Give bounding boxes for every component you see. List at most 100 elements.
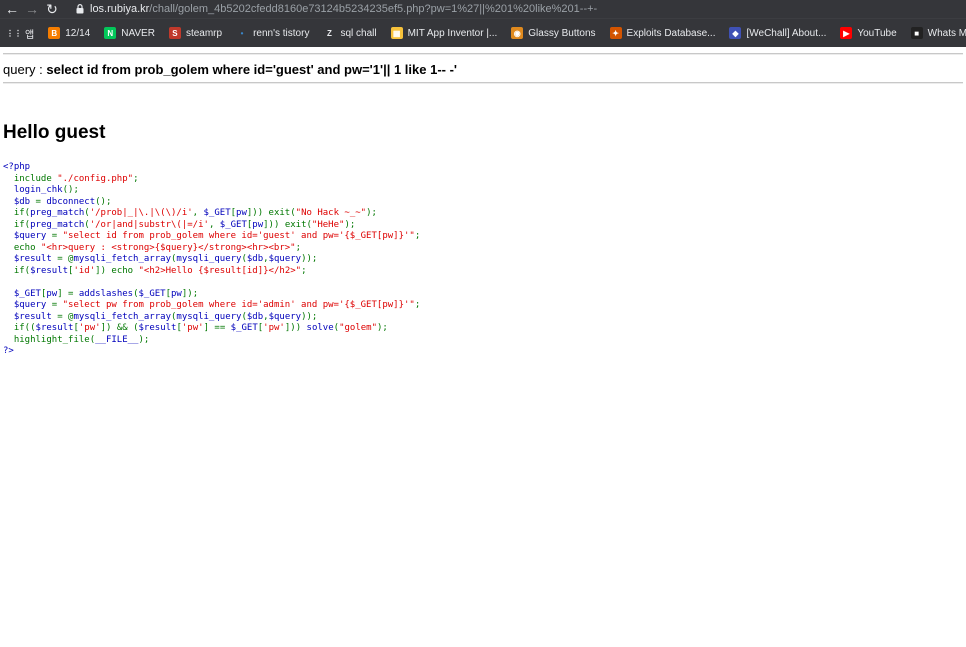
bookmark-item[interactable]: ▦ MIT App Inventor |...	[390, 27, 497, 39]
lock-icon[interactable]	[74, 2, 86, 16]
bookmark-item[interactable]: ◆ [WeChall] About...	[729, 27, 826, 39]
code-token: ?>	[3, 346, 14, 356]
code-token: 'pw'	[263, 323, 285, 333]
code-token: "./config.php"	[57, 173, 134, 184]
bookmark-item[interactable]: • renn's tistory	[236, 27, 310, 39]
code-token: highlight_file	[13, 334, 90, 345]
code-token: ]);	[181, 288, 199, 299]
code-token: preg_match	[30, 208, 85, 218]
code-token: $_GET	[203, 208, 231, 218]
forward-icon[interactable]: →	[24, 1, 40, 17]
code-token: $db	[3, 196, 36, 207]
naver-icon: N	[104, 27, 117, 39]
bookmark-item[interactable]: Ssteamrp	[168, 27, 223, 39]
bookmark-item[interactable]: N NAVER	[104, 27, 155, 39]
code-token: $_GET	[3, 288, 41, 299]
code-token: echo	[13, 242, 41, 253]
code-token: ,	[208, 219, 220, 230]
bookmark-label: YouTube	[857, 27, 897, 39]
code-token: "<hr>query : <strong>{$query}</strong><h…	[40, 242, 296, 253]
code-token: dbconnect	[46, 196, 96, 207]
bookmarks-bar: ⋮⋮ 앱 B 12/14 N NAVER Ssteamrp • renn's tistory Zs…	[0, 18, 966, 47]
code-token: preg_match	[30, 219, 85, 230]
code-token: "select id from prob_golem where id='gue…	[62, 231, 415, 241]
code-token: pw	[252, 219, 264, 230]
bookmark-item[interactable]: B 12/14	[48, 27, 90, 39]
bookmark-label: Glassy Buttons	[528, 27, 596, 39]
code-token: ]) && (	[100, 323, 139, 333]
code-token: $_GET	[230, 323, 258, 333]
code-token: = @	[57, 311, 74, 322]
source-code-block: <?php include "./config.php"; login_chk(…	[3, 162, 420, 358]
code-token: );	[366, 208, 377, 218]
code-token: "select pw from prob_golem where id='adm…	[62, 300, 415, 310]
code-token: if(	[13, 265, 31, 276]
code-token: );	[138, 334, 150, 345]
back-icon[interactable]: ←	[4, 1, 20, 17]
bookmark-item[interactable]: ⋮⋮ 앱	[6, 26, 35, 41]
code-token: ;	[414, 300, 421, 310]
code-token: "No Hack ~_~"	[295, 208, 367, 218]
tistory-icon: •	[240, 28, 244, 38]
bookmark-item[interactable]: ■ Whats My IP A	[910, 27, 966, 39]
z-icon: Z	[327, 28, 332, 38]
code-token: if(	[13, 208, 31, 218]
reload-icon[interactable]: ↻	[44, 1, 60, 17]
code-token: if(	[13, 219, 31, 230]
code-line: $_GET[pw] = addslashes($_GET[pw]);	[3, 289, 420, 301]
ip-icon: ■	[910, 27, 923, 39]
code-token: =	[35, 196, 47, 207]
code-token: 'id'	[73, 265, 96, 276]
bookmark-label: [WeChall] About...	[746, 27, 827, 39]
code-token: ));	[301, 254, 318, 264]
bookmark-label: 앱	[25, 29, 35, 41]
code-line: ?>	[3, 346, 420, 358]
code-token: );	[344, 219, 356, 230]
code-token: $_GET	[138, 288, 166, 299]
code-token: ]) echo	[95, 265, 139, 276]
code-token: ;	[414, 231, 421, 241]
appinventor-icon: ▦	[390, 27, 403, 39]
code-token: ] =	[57, 288, 79, 299]
code-token: mysqli_query	[176, 311, 242, 322]
code-token: solve	[306, 323, 334, 333]
code-line: $query = "select pw from prob_golem wher…	[3, 300, 420, 312]
code-token: '/prob|_|\.|\(\)/i'	[89, 208, 193, 218]
code-token: pw	[171, 288, 182, 299]
code-line: echo "<hr>query : <strong>{$query}</stro…	[3, 243, 420, 255]
code-token: mysqli_fetch_array	[73, 311, 171, 322]
bookmark-item[interactable]: ◉ Glassy Buttons	[511, 27, 596, 39]
bookmark-item[interactable]: ▶ YouTube	[840, 27, 897, 39]
code-token: 'pw'	[181, 323, 204, 333]
bookmark-label: Exploits Database...	[626, 27, 716, 39]
code-line: include "./config.php";	[3, 174, 420, 186]
url-host: los.rubiya.kr	[90, 3, 150, 15]
code-token: "HeHe"	[311, 219, 345, 230]
bookmark-item[interactable]: ✦ Exploits Database...	[609, 27, 716, 39]
code-token: $query	[3, 231, 52, 241]
code-token: =	[51, 231, 63, 241]
code-line: $result = @mysqli_fetch_array(mysqli_que…	[3, 254, 420, 266]
address-bar: ← → ↻ los.rubiya.kr/chall/golem_4b5202cf…	[0, 0, 966, 18]
code-token: pw	[236, 208, 247, 218]
code-token: ;	[295, 242, 302, 253]
code-token: $result	[30, 265, 69, 276]
code-token: ;	[301, 265, 307, 276]
code-line: login_chk();	[3, 185, 420, 197]
query-line: query : select id from prob_golem where …	[3, 62, 457, 77]
bookmark-label: sql chall	[340, 27, 377, 39]
bookmark-item[interactable]: Zsql chall	[323, 27, 377, 39]
url-field[interactable]: los.rubiya.kr/chall/golem_4b5202cfedd816…	[90, 3, 597, 15]
bookmark-label: 12/14	[65, 27, 91, 39]
code-token: );	[377, 323, 388, 333]
code-token: include	[13, 173, 58, 184]
code-token: addslashes	[78, 288, 134, 299]
code-line: if($result['id']) echo "<h2>Hello {$resu…	[3, 266, 420, 278]
code-token: $_GET	[219, 219, 247, 230]
bookmark-label: steamrp	[185, 27, 223, 39]
exploitdb-icon: ✦	[609, 27, 622, 39]
